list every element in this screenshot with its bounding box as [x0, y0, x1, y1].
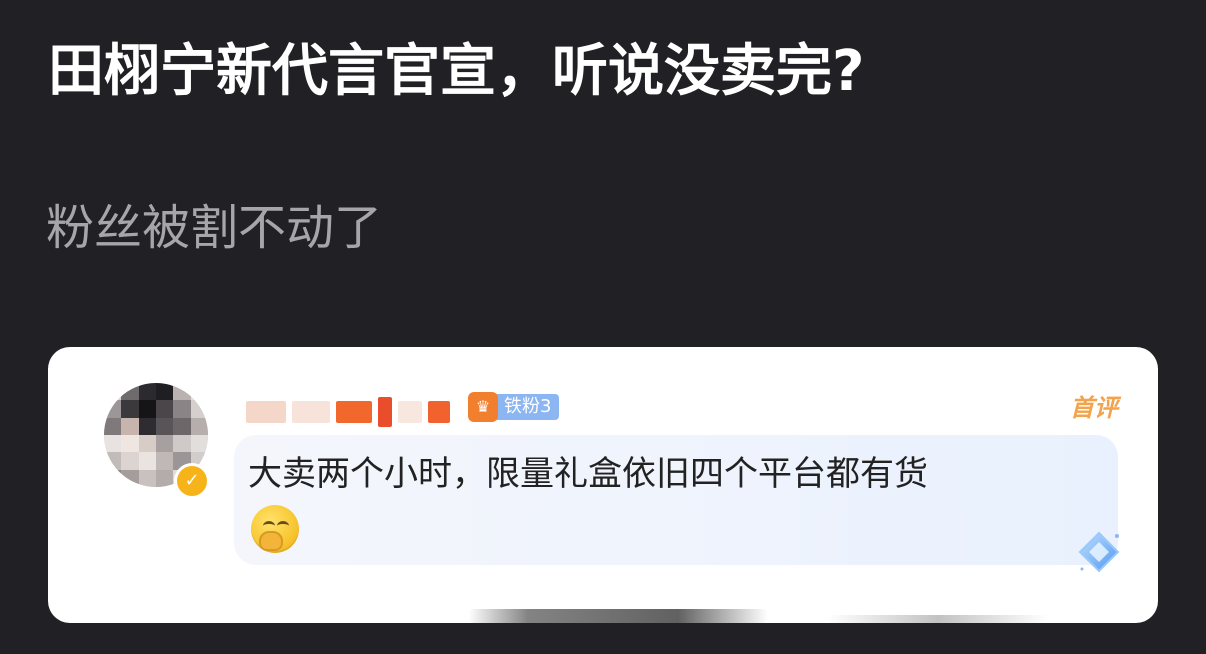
- avatar-pixel: [121, 469, 139, 487]
- avatar-pixel: [156, 469, 174, 487]
- avatar-pixel: [121, 417, 139, 435]
- avatar-pixel: [121, 400, 139, 418]
- avatar-pixel: [104, 435, 122, 453]
- avatar-pixel: [138, 417, 156, 435]
- avatar-pixel: [121, 435, 139, 453]
- post-page: 田栩宁新代言官宣，听说没卖完? 粉丝被割不动了 ✓ ♛ 铁粉3 首评 大卖两个小…: [0, 0, 1206, 654]
- avatar-pixel: [138, 383, 156, 401]
- avatar-pixel: [173, 383, 191, 401]
- avatar-pixel: [156, 400, 174, 418]
- mask-block: [336, 401, 372, 423]
- avatar-pixel: [104, 469, 122, 487]
- avatar-pixel: [156, 383, 174, 401]
- avatar-pixel: [138, 452, 156, 470]
- top-comment-tag: 首评: [1070, 394, 1118, 422]
- post-title: 田栩宁新代言官宣，听说没卖完?: [48, 39, 865, 104]
- avatar-pixel: [190, 383, 208, 401]
- avatar-pixel: [190, 400, 208, 418]
- username-masked[interactable]: [246, 395, 450, 429]
- avatar-pixel: [156, 435, 174, 453]
- fan-badge: ♛ 铁粉3: [468, 391, 560, 423]
- avatar-pixel: [121, 383, 139, 401]
- avatar-pixel: [104, 400, 122, 418]
- avatar-pixel: [104, 383, 122, 401]
- diamond-decoration-icon: [1078, 531, 1120, 573]
- emoji-eye: [263, 521, 275, 531]
- covering-mouth-emoji-icon: [251, 505, 299, 553]
- avatar-pixel: [138, 435, 156, 453]
- avatar-pixel: [156, 417, 174, 435]
- avatar-pixel: [190, 435, 208, 453]
- avatar-pixel: [190, 417, 208, 435]
- blurred-toolbar: [468, 609, 768, 623]
- avatar-pixel: [173, 400, 191, 418]
- emoji-eye: [277, 521, 289, 531]
- comment-screenshot-card: ✓ ♛ 铁粉3 首评 大卖两个小时，限量礼盒依旧四个平台都有货: [48, 347, 1158, 623]
- avatar-pixel: [173, 435, 191, 453]
- comment-text: 大卖两个小时，限量礼盒依旧四个平台都有货: [248, 454, 928, 494]
- avatar-pixel: [104, 452, 122, 470]
- emoji-hand: [259, 531, 283, 551]
- avatar-pixel: [138, 400, 156, 418]
- fan-level-icon: ♛: [468, 392, 498, 422]
- fan-badge-label: 铁粉3: [492, 394, 560, 420]
- avatar-pixel: [156, 452, 174, 470]
- verified-v-icon: ✓: [174, 463, 210, 499]
- mask-block: [398, 401, 422, 423]
- post-subtitle: 粉丝被割不动了: [46, 200, 383, 256]
- mask-block: [428, 401, 450, 423]
- avatar-pixel: [104, 417, 122, 435]
- avatar-pixel: [121, 452, 139, 470]
- avatar-pixel: [138, 469, 156, 487]
- blurred-toolbar-icons: [828, 615, 1048, 623]
- mask-block: [378, 397, 392, 427]
- avatar-pixel: [173, 417, 191, 435]
- mask-block: [292, 401, 330, 423]
- mask-block: [246, 401, 286, 423]
